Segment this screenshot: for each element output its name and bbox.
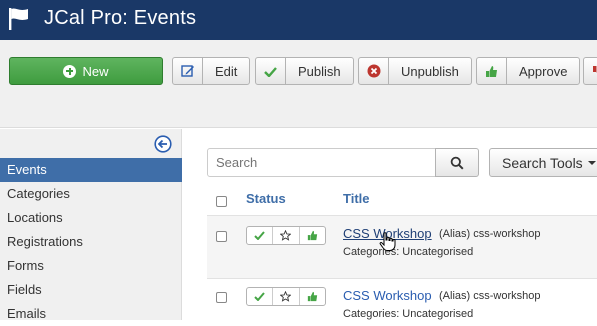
sidebar-item-registrations[interactable]: Registrations bbox=[0, 230, 182, 254]
publish-button[interactable]: Publish bbox=[255, 57, 354, 85]
event-title-link[interactable]: CSS Workshop bbox=[343, 288, 432, 303]
check-icon bbox=[254, 231, 265, 240]
column-header-status[interactable]: Status bbox=[246, 191, 286, 206]
event-category: Categories: Uncategorised bbox=[343, 308, 474, 320]
published-toggle[interactable] bbox=[247, 227, 274, 244]
sidebar-item-emails[interactable]: Emails bbox=[0, 302, 182, 326]
x-circle-icon bbox=[359, 58, 389, 84]
flag-icon bbox=[9, 8, 28, 30]
approved-toggle[interactable] bbox=[300, 227, 325, 244]
toolbar: New Edit Publish Unpublish Approve bbox=[0, 40, 597, 128]
sidebar-item-categories[interactable]: Categories bbox=[0, 182, 182, 206]
page-title: JCal Pro: Events bbox=[44, 7, 197, 29]
thumbs-up-icon bbox=[477, 58, 507, 84]
unpublish-button[interactable]: Unpublish bbox=[358, 57, 472, 85]
row-checkbox[interactable] bbox=[216, 292, 227, 303]
search-tools-button[interactable]: Search Tools bbox=[489, 148, 597, 177]
row-checkbox[interactable] bbox=[216, 231, 227, 242]
hand-cursor-icon bbox=[379, 232, 396, 251]
edit-label: Edit bbox=[215, 63, 238, 79]
new-button-label: New bbox=[82, 63, 109, 79]
publish-label: Publish bbox=[298, 63, 341, 79]
search-button[interactable] bbox=[435, 148, 479, 177]
sidebar: Events Categories Locations Registration… bbox=[0, 129, 182, 321]
more-button[interactable] bbox=[583, 57, 597, 85]
search-icon bbox=[450, 156, 464, 170]
check-icon bbox=[254, 292, 265, 301]
event-category: Categories: Uncategorised bbox=[343, 246, 474, 258]
sidebar-item-fields[interactable]: Fields bbox=[0, 278, 182, 302]
approve-button[interactable]: Approve bbox=[476, 57, 581, 85]
app-header: JCal Pro: Events bbox=[0, 0, 597, 40]
thumbs-up-icon bbox=[307, 230, 317, 241]
star-icon bbox=[280, 230, 292, 241]
sidebar-item-events[interactable]: Events bbox=[0, 158, 182, 182]
sidebar-item-locations[interactable]: Locations bbox=[0, 206, 182, 230]
select-all-checkbox[interactable] bbox=[216, 196, 227, 207]
plus-circle-icon bbox=[63, 64, 77, 78]
thumbs-down-icon bbox=[584, 58, 597, 84]
featured-toggle[interactable] bbox=[273, 227, 300, 244]
edit-icon bbox=[173, 58, 203, 84]
search-tools-label: Search Tools bbox=[502, 154, 583, 171]
event-alias: (Alias) css-workshop bbox=[439, 290, 541, 302]
approved-toggle[interactable] bbox=[300, 288, 325, 305]
caret-down-icon bbox=[587, 160, 596, 165]
sidebar-item-forms[interactable]: Forms bbox=[0, 254, 182, 278]
star-icon bbox=[280, 291, 292, 302]
new-button[interactable]: New bbox=[9, 57, 163, 85]
unpublish-label: Unpublish bbox=[401, 63, 459, 79]
edit-button[interactable]: Edit bbox=[172, 57, 251, 85]
published-toggle[interactable] bbox=[247, 288, 274, 305]
column-header-title[interactable]: Title bbox=[343, 191, 370, 206]
status-buttons bbox=[246, 226, 326, 245]
event-alias: (Alias) css-workshop bbox=[439, 228, 541, 240]
approve-label: Approve bbox=[519, 63, 568, 79]
search-input[interactable] bbox=[207, 148, 436, 177]
check-icon bbox=[256, 58, 286, 84]
featured-toggle[interactable] bbox=[273, 288, 300, 305]
collapse-sidebar-icon[interactable] bbox=[154, 135, 172, 153]
status-buttons bbox=[246, 287, 326, 306]
thumbs-up-icon bbox=[307, 291, 317, 302]
row-divider bbox=[207, 278, 597, 279]
